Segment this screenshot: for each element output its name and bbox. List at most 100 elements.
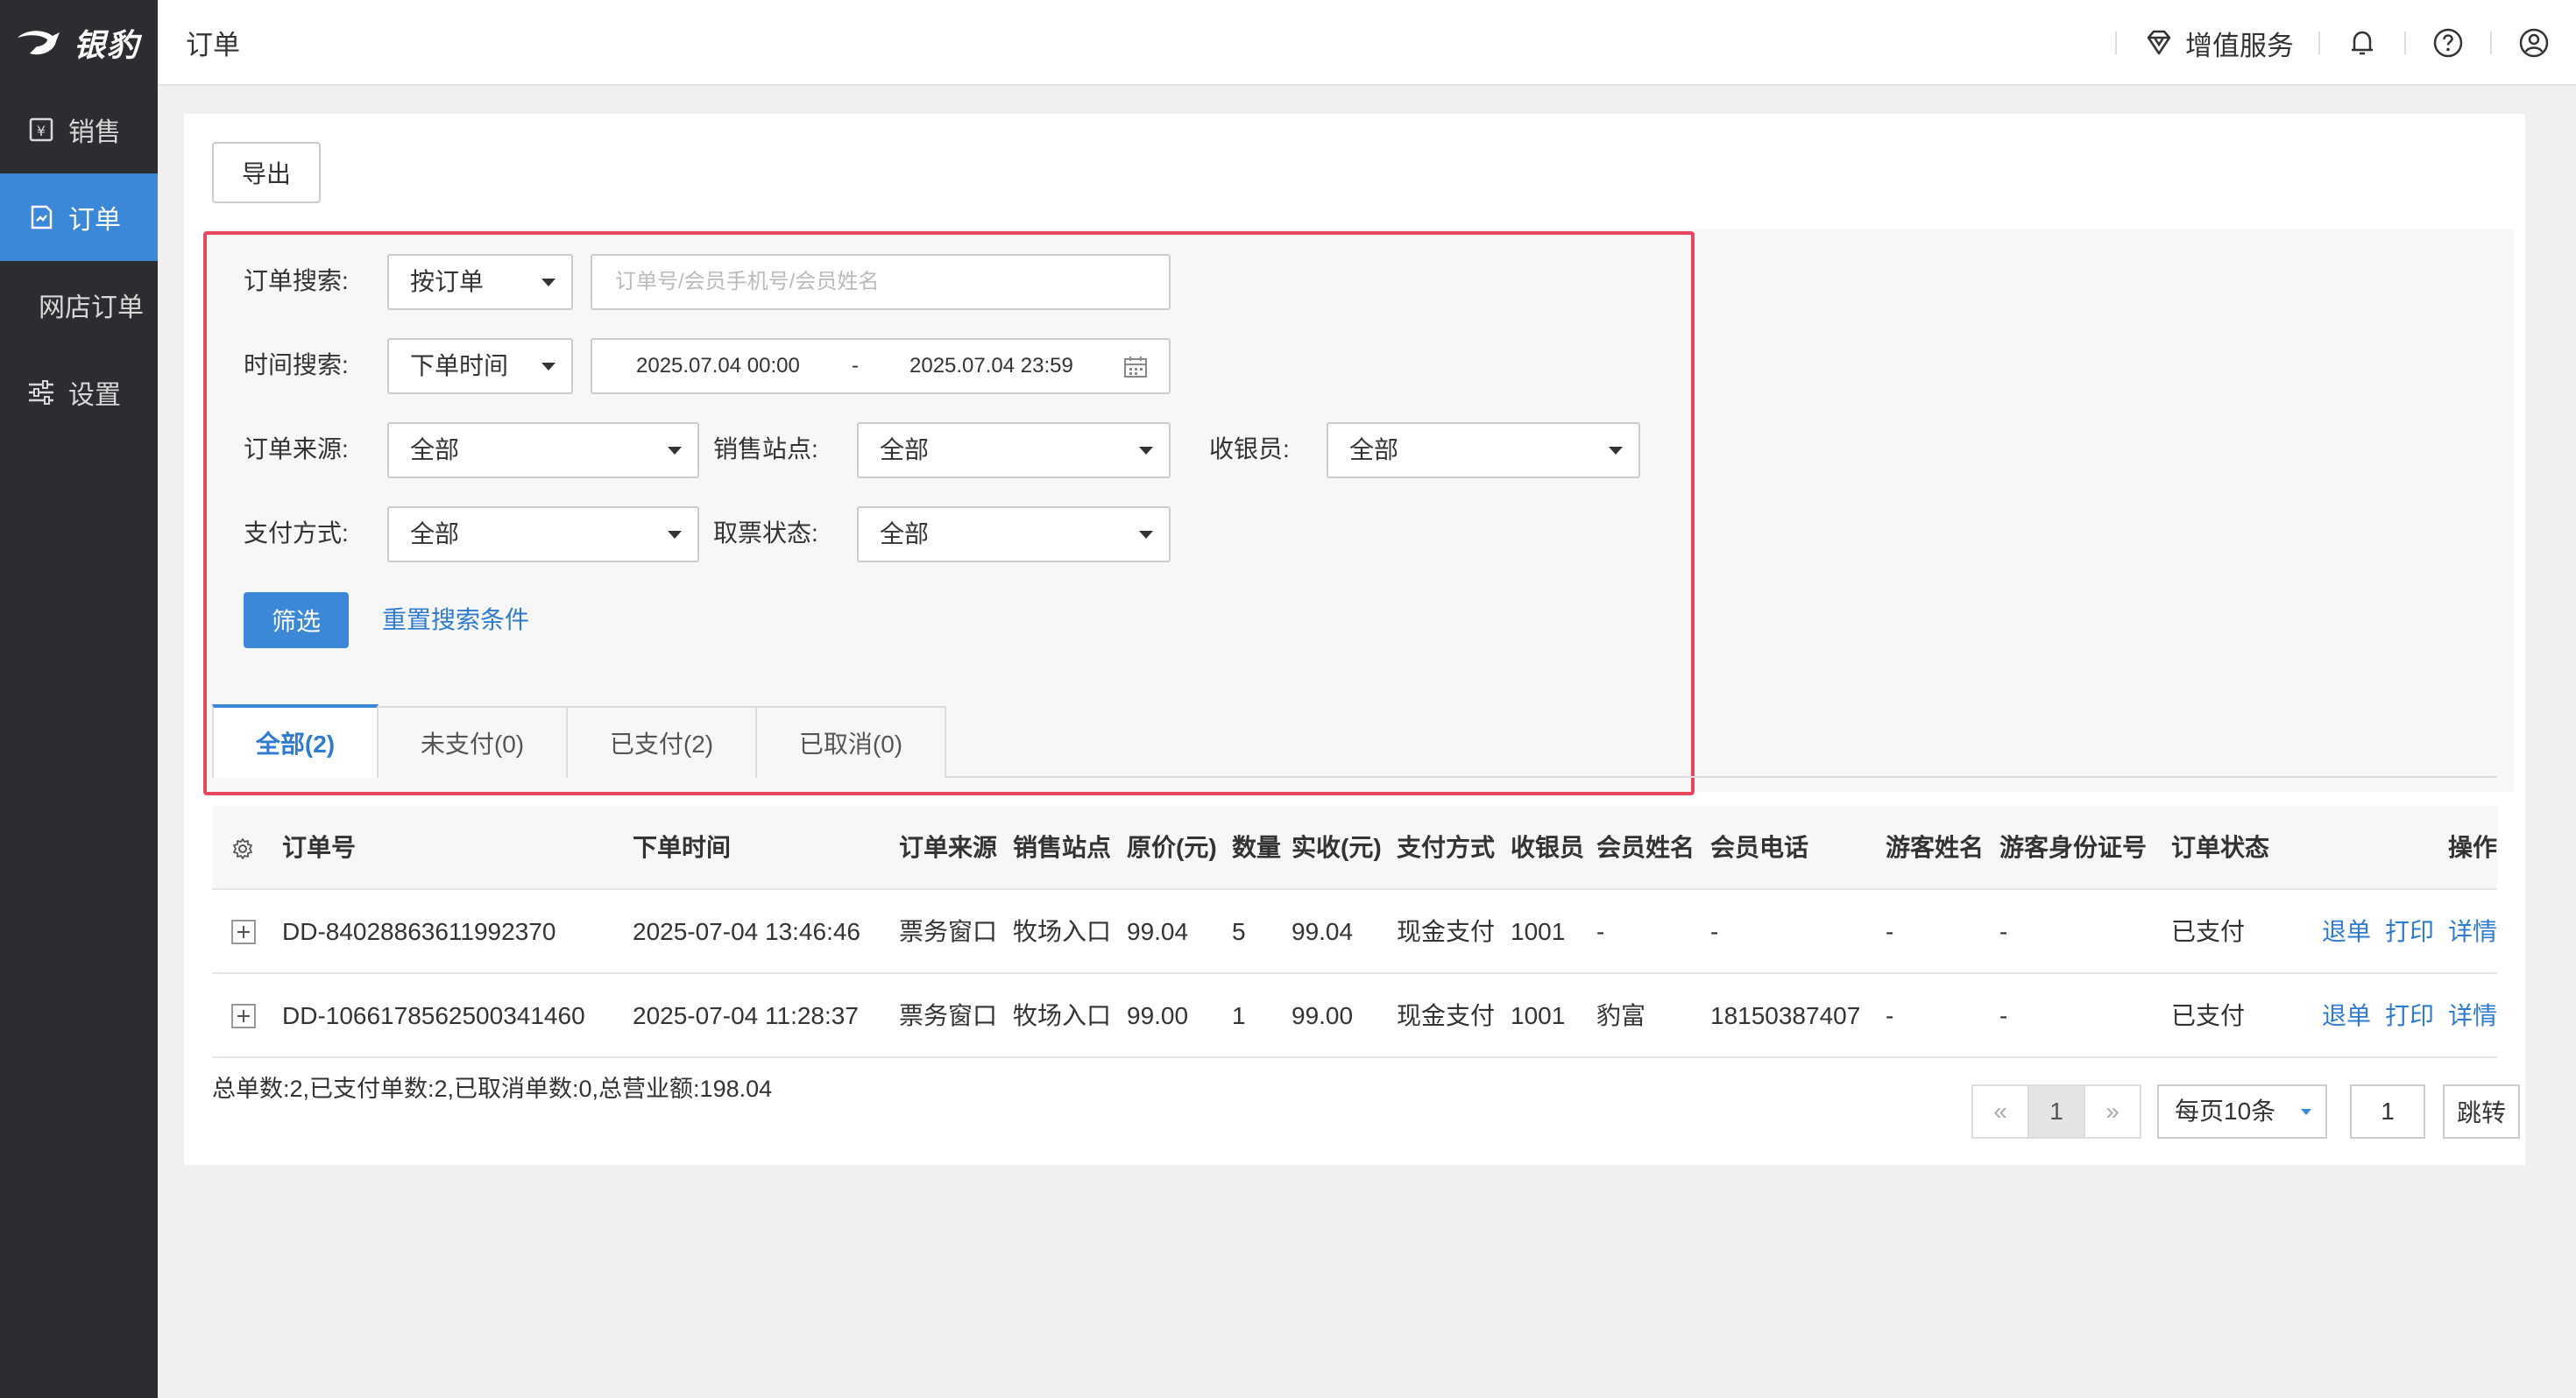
column-header: 销售站点: [1013, 834, 1112, 861]
date-separator: -: [852, 354, 859, 378]
payment-method-select[interactable]: 全部: [387, 506, 699, 562]
order-number: DD-1066178562500341460: [282, 1002, 585, 1029]
caret-down-icon: [541, 279, 556, 286]
date-range-picker[interactable]: 2025.07.04 00:00 - 2025.07.04 23:59: [591, 338, 1171, 394]
page-size-select[interactable]: 每页10条: [2157, 1084, 2327, 1139]
page-number-button[interactable]: 1: [2028, 1084, 2085, 1139]
sales-site-select[interactable]: 全部: [857, 422, 1171, 478]
member-name: 豹富: [1596, 1002, 1646, 1029]
sidebar-item-sales[interactable]: ¥ 销售: [0, 86, 158, 173]
gear-icon[interactable]: [231, 837, 254, 860]
tab-paid[interactable]: 已支付(2): [566, 706, 757, 778]
order-source: 票务窗口: [899, 1002, 998, 1029]
app-logo: 银豹: [0, 0, 158, 86]
refund-link[interactable]: 退单: [2322, 890, 2371, 974]
caret-down-icon: [2301, 1109, 2311, 1115]
ticket-status-select[interactable]: 全部: [857, 506, 1171, 562]
received-amount: 99.04: [1292, 918, 1354, 945]
payment-method: 现金支付: [1397, 918, 1496, 945]
notification-button[interactable]: [2320, 25, 2404, 60]
refund-link[interactable]: 退单: [2322, 974, 2371, 1058]
money-icon: ¥: [26, 115, 56, 145]
sidebar-item-label: 销售: [68, 118, 121, 147]
column-header: 会员姓名: [1596, 834, 1695, 861]
bell-icon: [2352, 31, 2373, 55]
guest-name: -: [1886, 918, 1894, 945]
order-status-tabs: 全部(2) 未支付(0) 已支付(2) 已取消(0): [212, 704, 2497, 778]
original-price: 99.04: [1127, 918, 1189, 945]
date-start: 2025.07.04 00:00: [636, 354, 800, 378]
sidebar-item-label: 设置: [68, 381, 121, 410]
column-header: 数量: [1232, 834, 1282, 861]
help-icon: [2433, 28, 2463, 58]
user-account-button[interactable]: [2492, 25, 2576, 60]
column-header: 实收(元): [1292, 834, 1382, 861]
quantity: 1: [1232, 1002, 1246, 1029]
order-search-type-value: 按订单: [410, 268, 485, 295]
calendar-icon: [1124, 357, 1147, 378]
original-price: 99.00: [1127, 1002, 1189, 1029]
column-header: 游客身份证号: [1999, 834, 2148, 861]
sidebar-item-settings[interactable]: 设置: [0, 349, 158, 436]
filter-button[interactable]: 筛选: [244, 592, 349, 648]
tab-all[interactable]: 全部(2): [212, 704, 379, 778]
guest-id: -: [1999, 918, 2008, 945]
column-header: 下单时间: [633, 834, 732, 861]
jump-page-input[interactable]: 1: [2350, 1084, 2425, 1139]
reset-filters-link[interactable]: 重置搜索条件: [382, 592, 529, 648]
help-button[interactable]: [2406, 25, 2490, 60]
quantity: 5: [1232, 918, 1246, 945]
top-header: 订单 增值服务: [158, 0, 2576, 86]
order-status: 已支付: [2171, 918, 2246, 945]
payment-method-value: 全部: [410, 520, 460, 547]
order-time: 2025-07-04 13:46:46: [633, 918, 860, 945]
jump-button[interactable]: 跳转: [2443, 1084, 2520, 1139]
column-header: 会员电话: [1710, 834, 1809, 861]
order-time: 2025-07-04 11:28:37: [633, 1002, 859, 1029]
tab-cancelled[interactable]: 已取消(0): [755, 706, 946, 778]
cashier: 1001: [1511, 1002, 1566, 1029]
sales-site: 牧场入口: [1013, 1002, 1112, 1029]
column-header: 订单来源: [899, 834, 998, 861]
sidebar-item-label: 网店订单: [39, 293, 144, 322]
next-page-button[interactable]: »: [2084, 1084, 2141, 1139]
cashier-select[interactable]: 全部: [1327, 422, 1640, 478]
orders-card: 导出 订单搜索: 按订单 订单号/会员手机号/会员姓名 时间搜索: 下单时间 2…: [184, 114, 2525, 1165]
ticket-status-label: 取票状态:: [713, 519, 818, 547]
logo-text: 银豹: [74, 27, 141, 63]
order-status: 已支付: [2171, 1002, 2246, 1029]
column-header: 操作: [2448, 834, 2498, 861]
sidebar-item-orders[interactable]: 订单: [0, 173, 158, 261]
tab-unpaid[interactable]: 未支付(0): [377, 706, 568, 778]
column-header: 原价(元): [1127, 834, 1217, 861]
expand-row-icon[interactable]: [231, 1004, 256, 1028]
caret-down-icon: [668, 531, 682, 539]
time-search-label: 时间搜索:: [244, 351, 349, 378]
details-link[interactable]: 详情: [2448, 974, 2497, 1058]
column-header: 订单状态: [2171, 834, 2270, 861]
export-button[interactable]: 导出: [212, 142, 321, 203]
sidebar-item-online-orders[interactable]: 网店订单: [0, 261, 158, 349]
time-search-type-select[interactable]: 下单时间: [387, 338, 573, 394]
svg-text:¥: ¥: [37, 123, 46, 139]
order-search-input[interactable]: 订单号/会员手机号/会员姓名: [591, 254, 1171, 310]
caret-down-icon: [1139, 531, 1153, 539]
ticket-status-value: 全部: [880, 520, 930, 547]
prev-page-button[interactable]: «: [1971, 1084, 2029, 1139]
sales-site: 牧场入口: [1013, 918, 1112, 945]
order-search-type-select[interactable]: 按订单: [387, 254, 573, 310]
column-header: 订单号: [282, 834, 357, 861]
expand-row-icon[interactable]: [231, 920, 256, 944]
print-link[interactable]: 打印: [2385, 890, 2434, 974]
print-link[interactable]: 打印: [2385, 974, 2434, 1058]
order-search-label: 订单搜索:: [244, 267, 349, 294]
leopard-logo-icon: [18, 31, 60, 55]
cashier-label: 收银员:: [1209, 435, 1290, 462]
member-name: -: [1596, 918, 1605, 945]
details-link[interactable]: 详情: [2448, 890, 2497, 974]
payment-method: 现金支付: [1397, 1002, 1496, 1029]
sales-site-label: 销售站点:: [713, 435, 818, 462]
value-service-button[interactable]: 增值服务: [2117, 24, 2318, 63]
page-size-value: 每页10条: [2175, 1098, 2276, 1125]
order-source-select[interactable]: 全部: [387, 422, 699, 478]
